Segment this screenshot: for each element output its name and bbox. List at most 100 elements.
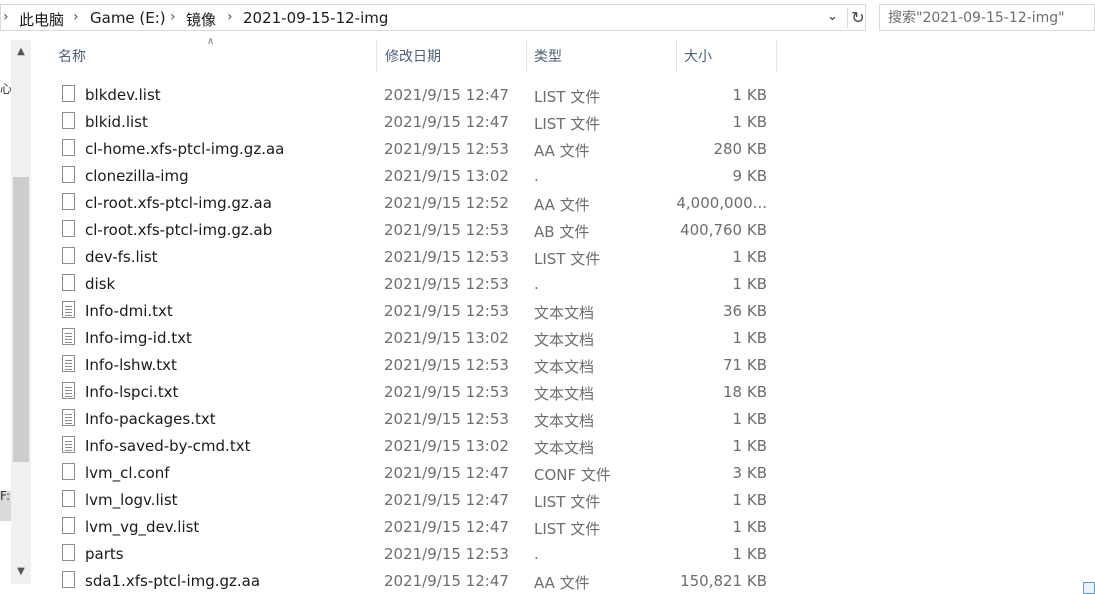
file-date-modified: 2021/9/15 12:53 [384, 383, 509, 401]
file-type: AA 文件 [534, 196, 590, 214]
file-date-modified: 2021/9/15 12:47 [384, 86, 509, 104]
file-size: 1 KB [732, 86, 767, 104]
refresh-icon[interactable]: ↻ [847, 8, 868, 28]
file-date-modified: 2021/9/15 12:53 [384, 356, 509, 374]
file-row[interactable]: Info-packages.txt 2021/9/15 12:53 文本文档 1 KB [0, 406, 1095, 433]
column-divider[interactable] [526, 40, 527, 72]
file-size: 9 KB [732, 167, 767, 185]
file-name: Info-packages.txt [85, 410, 216, 428]
file-type: LIST 文件 [534, 493, 601, 511]
file-type: CONF 文件 [534, 466, 611, 484]
file-size: 400,760 KB [680, 221, 767, 239]
file-size: 1 KB [732, 491, 767, 509]
file-row[interactable]: dev-fs.list 2021/9/15 12:53 LIST 文件 1 KB [0, 244, 1095, 271]
file-type: . [534, 275, 539, 293]
column-divider[interactable] [676, 40, 677, 72]
file-row[interactable]: parts 2021/9/15 12:53. 1 KB [0, 541, 1095, 568]
file-size: 1 KB [732, 437, 767, 455]
file-row[interactable]: Info-lshw.txt 2021/9/15 12:53 文本文档 71 KB [0, 352, 1095, 379]
breadcrumb-separator-icon[interactable]: › [3, 9, 9, 25]
breadcrumb-separator-icon[interactable]: › [73, 9, 79, 25]
file-row[interactable]: clonezilla-img 2021/9/15 13:02. 9 KB [0, 163, 1095, 190]
file-type: LIST 文件 [534, 250, 601, 268]
file-name: blkid.list [85, 113, 148, 131]
file-list[interactable]: blkdev.list 2021/9/15 12:47 LIST 文件 1 KB blk… [0, 82, 1095, 594]
column-header-size[interactable]: 大小 [684, 46, 774, 72]
search-input[interactable] [888, 6, 1088, 29]
column-header-type[interactable]: 类型 [534, 46, 674, 72]
search-box[interactable] [879, 4, 1095, 31]
file-row[interactable]: cl-root.xfs-ptcl-img.gz.aa 2021/9/15 12:5… [0, 190, 1095, 217]
file-row[interactable]: Info-lspci.txt 2021/9/15 12:53 文本文档 18 KB [0, 379, 1095, 406]
file-name: parts [85, 545, 124, 563]
column-header-name[interactable]: 名称 [58, 46, 376, 72]
view-toggle-icon[interactable] [1083, 582, 1095, 594]
file-row[interactable]: Info-img-id.txt 2021/9/15 13:02 文本文档 1 KB [0, 325, 1095, 352]
column-divider[interactable] [376, 40, 377, 72]
file-date-modified: 2021/9/15 12:53 [384, 140, 509, 158]
address-bar[interactable]: › 此电脑 › Game (E:) › 镜像 › 2021-09-15-12-i… [0, 4, 866, 31]
file-name: blkdev.list [85, 86, 161, 104]
file-name: Info-saved-by-cmd.txt [85, 437, 251, 455]
file-date-modified: 2021/9/15 12:47 [384, 464, 509, 482]
file-row[interactable]: Info-dmi.txt 2021/9/15 12:53 文本文档 36 KB [0, 298, 1095, 325]
file-name: Info-lspci.txt [85, 383, 179, 401]
file-name: clonezilla-img [85, 167, 189, 185]
breadcrumb-item-folder[interactable]: 镜像 [186, 9, 216, 30]
breadcrumb-item-drive[interactable]: Game (E:) [90, 9, 166, 27]
file-date-modified: 2021/9/15 13:02 [384, 167, 509, 185]
column-divider[interactable] [776, 40, 777, 72]
file-row[interactable]: blkid.list 2021/9/15 12:47 LIST 文件 1 KB [0, 109, 1095, 136]
file-size: 3 KB [732, 464, 767, 482]
file-size: 1 KB [732, 518, 767, 536]
file-type: LIST 文件 [534, 520, 601, 538]
file-icon [62, 490, 75, 507]
breadcrumb-item-current[interactable]: 2021-09-15-12-img [243, 9, 388, 27]
file-type: . [534, 545, 539, 563]
file-row[interactable]: cl-root.xfs-ptcl-img.gz.ab 2021/9/15 12:5… [0, 217, 1095, 244]
file-size: 1 KB [732, 329, 767, 347]
text-document-icon [62, 409, 75, 426]
file-row[interactable]: sda1.xfs-ptcl-img.gz.aa 2021/9/15 12:47 AA… [0, 568, 1095, 594]
breadcrumb-separator-icon[interactable]: › [170, 9, 176, 25]
file-date-modified: 2021/9/15 13:02 [384, 329, 509, 347]
chevron-down-icon[interactable]: ⌄ [827, 9, 838, 24]
breadcrumb-item-this-pc[interactable]: 此电脑 [19, 9, 64, 30]
file-row[interactable]: lvm_logv.list 2021/9/15 12:47 LIST 文件 1 KB [0, 487, 1095, 514]
file-size: 150,821 KB [680, 572, 767, 590]
file-date-modified: 2021/9/15 12:53 [384, 248, 509, 266]
file-icon [62, 193, 75, 210]
text-document-icon [62, 328, 75, 345]
file-row[interactable]: cl-home.xfs-ptcl-img.gz.aa 2021/9/15 12:5… [0, 136, 1095, 163]
file-date-modified: 2021/9/15 12:47 [384, 518, 509, 536]
file-name: lvm_vg_dev.list [85, 518, 200, 536]
file-name: disk [85, 275, 116, 293]
file-size: 1 KB [732, 410, 767, 428]
file-type: AB 文件 [534, 223, 590, 241]
file-icon [62, 463, 75, 480]
file-size: 1 KB [732, 545, 767, 563]
file-name: Info-dmi.txt [85, 302, 173, 320]
file-row[interactable]: blkdev.list 2021/9/15 12:47 LIST 文件 1 KB [0, 82, 1095, 109]
breadcrumb-separator-icon[interactable]: › [227, 9, 233, 25]
file-size: 71 KB [723, 356, 767, 374]
column-header-date[interactable]: 修改日期 [385, 46, 525, 72]
file-row[interactable]: lvm_cl.conf 2021/9/15 12:47 CONF 文件 3 KB [0, 460, 1095, 487]
file-type: . [534, 167, 539, 185]
file-type: 文本文档 [534, 412, 595, 430]
file-icon [62, 112, 75, 129]
file-date-modified: 2021/9/15 12:47 [384, 491, 509, 509]
file-row[interactable]: disk 2021/9/15 12:53. 1 KB [0, 271, 1095, 298]
file-size: 1 KB [732, 248, 767, 266]
text-document-icon [62, 355, 75, 372]
file-name: lvm_logv.list [85, 491, 178, 509]
file-date-modified: 2021/9/15 12:53 [384, 410, 509, 428]
file-name: Info-img-id.txt [85, 329, 192, 347]
file-row[interactable]: Info-saved-by-cmd.txt 2021/9/15 13:02 文本文档… [0, 433, 1095, 460]
file-row[interactable]: lvm_vg_dev.list 2021/9/15 12:47 LIST 文件 1 K… [0, 514, 1095, 541]
file-date-modified: 2021/9/15 12:53 [384, 545, 509, 563]
file-icon [62, 517, 75, 534]
scroll-up-arrow-icon[interactable]: ▲ [11, 40, 31, 64]
file-icon [62, 571, 75, 588]
file-size: 1 KB [732, 275, 767, 293]
